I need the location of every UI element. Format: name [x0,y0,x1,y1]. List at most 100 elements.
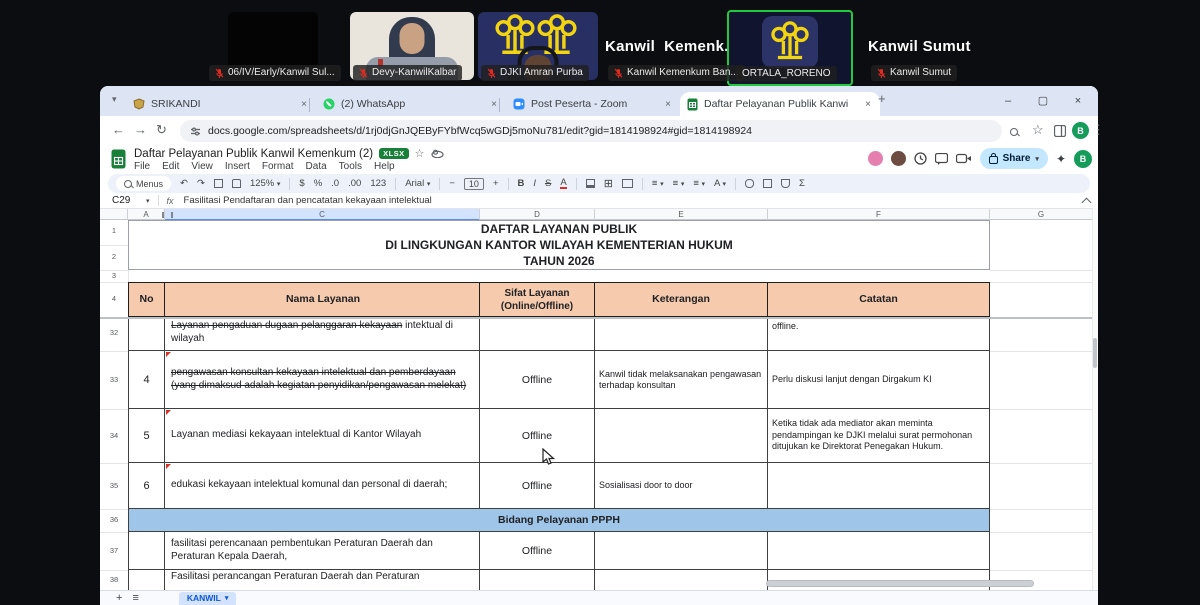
version-history-icon[interactable] [914,152,927,165]
menu-tools[interactable]: Tools [339,161,362,172]
menu-edit[interactable]: Edit [162,161,179,172]
tab-close-icon[interactable]: × [489,99,499,110]
row-header[interactable]: 3 [100,271,128,280]
tab-close-icon[interactable]: × [663,99,673,110]
header-cell-no[interactable]: No [128,282,165,317]
toolbar-menus-search[interactable]: Menus [116,176,171,191]
font-size-input[interactable]: 10 [464,178,484,190]
fill-color-icon[interactable] [586,179,595,188]
side-panel-icon[interactable] [1054,125,1066,137]
cell-keterangan[interactable]: Kanwil tidak melaksanakan pengawasan ter… [595,351,768,409]
tab-close-icon[interactable]: × [299,99,309,110]
cell-nama[interactable]: Layanan mediasi kekayaan intelektual di … [165,409,480,463]
row-header[interactable]: 2 [100,252,128,261]
window-close-button[interactable]: × [1063,89,1093,113]
cell-sifat[interactable] [480,319,595,351]
cell-no[interactable]: 4 [128,351,165,409]
share-caret-icon[interactable]: ▾ [1035,155,1039,163]
cell-sifat[interactable]: Offline [480,351,595,409]
horizontal-align-icon[interactable]: ≡ ▾ [652,178,664,189]
font-select[interactable]: Arial ▾ [405,178,430,189]
tab-sheets-active[interactable]: Daftar Pelayanan Publik Kanwi × [680,92,880,116]
cell-nama[interactable]: pengawasan konsultan kekayaan intelektua… [165,351,480,409]
cell-no[interactable]: 6 [128,463,165,509]
insert-link-icon[interactable] [745,179,754,188]
more-formats-icon[interactable]: 123 [370,178,386,189]
tab-whatsapp[interactable]: (2) WhatsApp × [316,92,506,116]
row-header[interactable]: 34 [100,431,128,440]
zoom-select[interactable]: 125% ▾ [250,178,280,189]
insert-chart-icon[interactable] [763,179,772,188]
row-header[interactable]: 36 [100,515,128,524]
cell-no[interactable] [128,532,165,570]
cell-catatan[interactable] [768,532,990,570]
browser-profile-avatar[interactable]: B [1072,122,1089,139]
redo-icon[interactable]: ↷ [197,178,205,189]
cell-nama[interactable]: Fasilitasi perancangan Peraturan Daerah … [165,570,480,590]
decrease-font-icon[interactable]: − [449,178,455,189]
row-header[interactable]: 38 [100,575,128,584]
new-tab-button[interactable]: + [878,91,886,106]
vertical-scrollbar[interactable] [1092,208,1098,590]
collaborator-avatar[interactable] [891,151,906,166]
cell-sifat[interactable]: Offline [480,532,595,570]
collaborator-avatar[interactable] [868,151,883,166]
header-cell-catatan[interactable]: Catatan [768,282,990,317]
cell-keterangan[interactable] [595,532,768,570]
account-avatar[interactable]: B [1074,150,1092,168]
strikethrough-icon[interactable]: S [545,178,551,189]
menu-view[interactable]: View [191,161,213,172]
cell-no[interactable] [128,319,165,351]
cell-no[interactable]: 5 [128,409,165,463]
functions-icon[interactable]: Σ [799,178,805,189]
all-sheets-icon[interactable]: ≡ [132,592,138,604]
header-cell-keterangan[interactable]: Keterangan [595,282,768,317]
header-cell-sifat[interactable]: Sifat Layanan(Online/Offline) [480,282,595,317]
sheet-tab-caret-icon[interactable]: ▾ [225,594,229,602]
name-box[interactable]: C29 [100,195,146,206]
header-cell-nama[interactable]: Nama Layanan [165,282,480,317]
section-header-row[interactable]: Bidang Pelayanan PPPH [128,509,990,532]
horizontal-scrollbar-thumb[interactable] [766,580,1034,587]
gemini-sparkle-icon[interactable]: ✦ [1056,152,1066,166]
borders-icon[interactable]: ⊞ [604,177,613,190]
add-sheet-icon[interactable]: + [116,592,122,604]
sheet-title-merged-cell[interactable]: DAFTAR LAYANAN PUBLIK DI LINGKUNGAN KANT… [128,220,990,270]
cell-sifat[interactable]: Offline [480,409,595,463]
url-bar[interactable]: docs.google.com/spreadsheets/d/1rj0djGnJ… [180,120,1002,142]
cell-keterangan[interactable] [595,570,768,590]
tab-search-chevron-icon[interactable]: ▾ [112,94,117,105]
window-maximize-button[interactable]: ▢ [1028,89,1058,113]
name-box-caret-icon[interactable]: ▾ [146,197,150,205]
menu-help[interactable]: Help [374,161,395,172]
reload-icon[interactable]: ↻ [156,122,167,138]
cell-catatan[interactable] [768,463,990,509]
format-currency-icon[interactable]: $ [299,178,304,189]
print-icon[interactable] [214,179,223,188]
browser-menu-icon[interactable]: ⋮ [1092,122,1105,138]
window-minimize-button[interactable]: – [993,89,1023,113]
undo-icon[interactable]: ↶ [180,178,188,189]
italic-icon[interactable]: I [533,178,536,189]
sheet-tab-kanwil[interactable]: KANWIL ▾ [179,592,237,605]
increase-font-icon[interactable]: + [493,178,499,189]
cell-keterangan[interactable] [595,409,768,463]
format-percent-icon[interactable]: % [314,178,322,189]
tab-close-icon[interactable]: × [863,99,873,110]
collapse-ribbon-icon[interactable] [1082,198,1092,208]
vertical-align-icon[interactable]: ≡ ▾ [673,178,685,189]
cell-catatan[interactable]: Ketika tidak ada mediator akan meminta p… [768,409,990,463]
cell-keterangan[interactable]: Sosialisasi door to door [595,463,768,509]
menu-insert[interactable]: Insert [225,161,250,172]
merge-cells-icon[interactable] [622,179,633,188]
share-button[interactable]: Share ▾ [980,148,1048,169]
tab-zoom[interactable]: Post Peserta - Zoom × [506,92,680,116]
vertical-scrollbar-thumb[interactable] [1093,338,1097,368]
text-rotate-icon[interactable]: A ▾ [714,178,726,189]
cell-nama[interactable]: fasilitasi perencanaan pembentukan Perat… [165,532,480,570]
row-header[interactable]: 35 [100,481,128,490]
decrease-decimals-icon[interactable]: .0 [331,178,339,189]
forward-icon[interactable]: → [134,122,147,137]
create-filter-icon[interactable] [781,179,790,188]
back-icon[interactable]: ← [112,122,125,137]
